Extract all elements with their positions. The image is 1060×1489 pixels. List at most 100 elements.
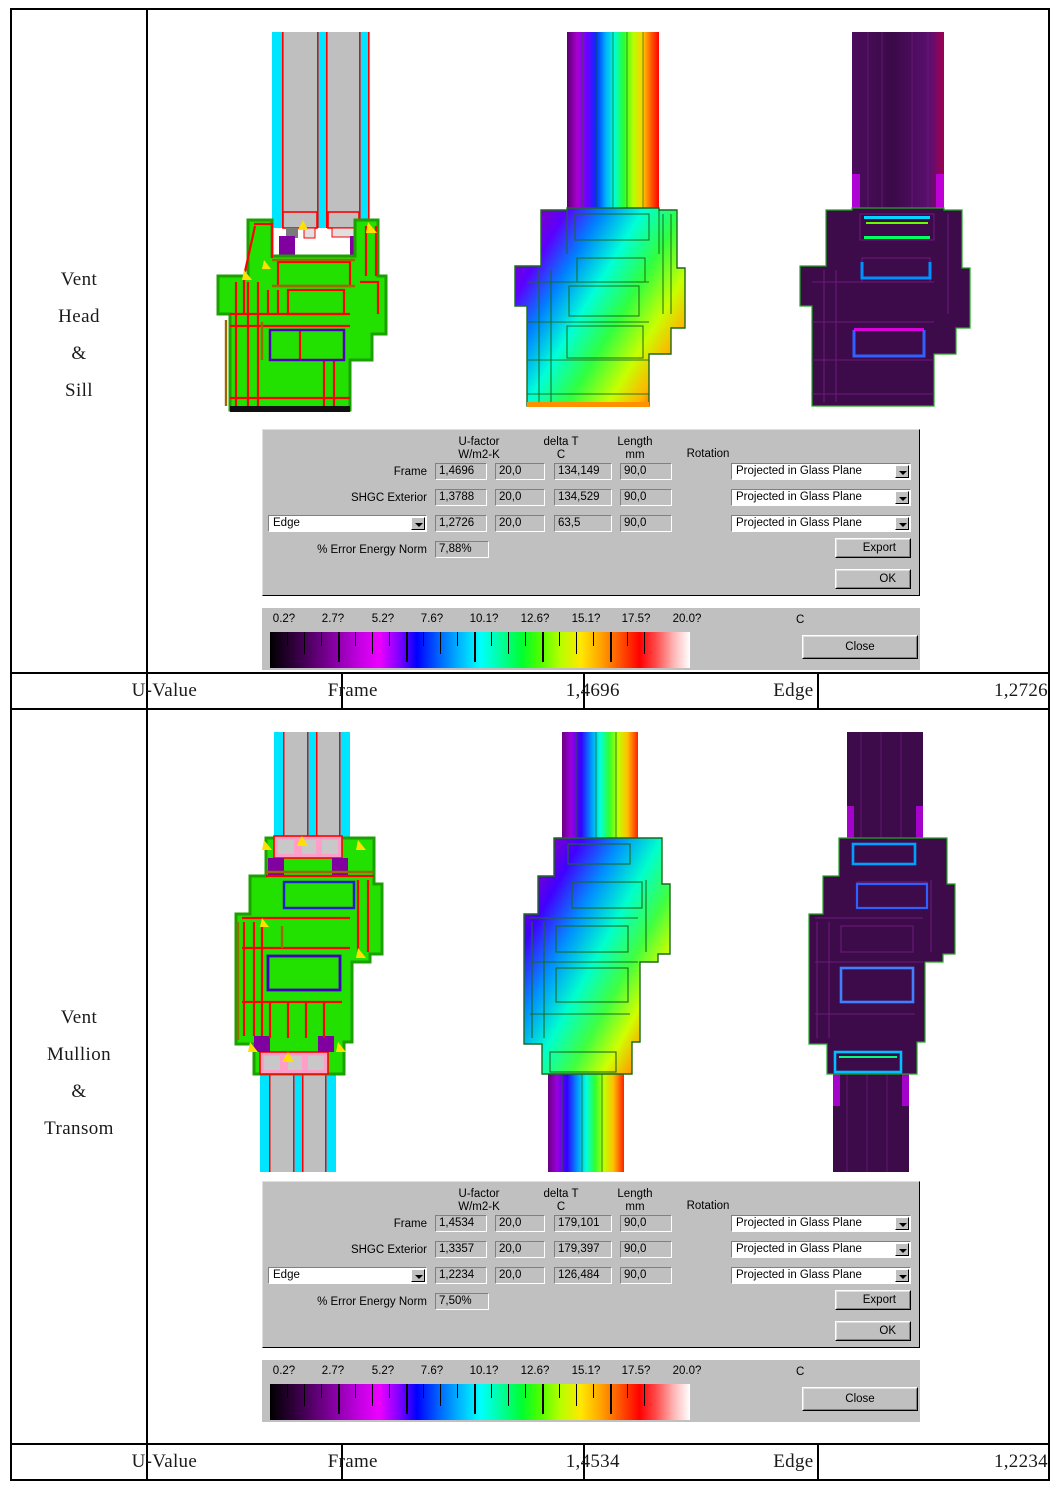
frame-rotation-field[interactable]: 90,0	[620, 1215, 672, 1232]
header-delta-t-line1: delta T	[543, 1188, 579, 1200]
frame-projection-dropdown[interactable]: Projected in Glass Plane	[731, 1215, 911, 1232]
edge-selector-dropdown[interactable]: Edge	[268, 515, 427, 532]
shgc-projection-dropdown[interactable]: Projected in Glass Plane	[731, 489, 911, 506]
frame-length-field[interactable]: 179,101	[554, 1215, 612, 1232]
scale-tick-label: 10.1?	[469, 1365, 499, 1377]
scale-tick-label: 20.0?	[672, 1365, 702, 1377]
header-delta-t: delta T C	[526, 436, 596, 462]
scale-tick-label: 12.6?	[520, 1365, 550, 1377]
shgc-length-field[interactable]: 134,529	[554, 489, 612, 506]
scale-tick-label: 2.7?	[321, 613, 345, 625]
header-length-line1: Length	[617, 1188, 653, 1200]
close-button-2[interactable]: Close	[802, 1387, 918, 1411]
section-label-line: Vent	[60, 1006, 98, 1028]
frame-rotation-field[interactable]: 90,0	[620, 463, 672, 480]
error-energy-norm-label: % Error Energy Norm	[317, 544, 427, 556]
header-length-line2: mm	[625, 1200, 645, 1213]
shgc-projection-dropdown[interactable]: Projected in Glass Plane	[731, 1241, 911, 1258]
header-ufactor: U-factor W/m2-K	[435, 1188, 523, 1214]
scale-tick	[440, 632, 441, 654]
error-energy-norm-field[interactable]: 7,88%	[435, 541, 489, 558]
scale-tick	[576, 632, 577, 654]
edge-rotation-field[interactable]: 90,0	[620, 515, 672, 532]
shgc-deltat-field[interactable]: 20,0	[495, 489, 545, 506]
shgc-ufactor-field[interactable]: 1,3788	[435, 489, 487, 506]
figure-heatflux-mullion-transom	[795, 726, 995, 1176]
close-button-1[interactable]: Close	[802, 635, 918, 659]
close-button-label: Close	[803, 1388, 917, 1410]
frame-ufactor-field[interactable]: 1,4534	[435, 1215, 487, 1232]
scale-tick	[457, 632, 458, 646]
shgc-deltat-field[interactable]: 20,0	[495, 1241, 545, 1258]
frame-projection-value: Projected in Glass Plane	[736, 1217, 862, 1229]
uvalue-edge-value: 1,2726	[993, 680, 1048, 701]
uvalue-frame-value: 1,4534	[565, 1451, 620, 1472]
ok-button[interactable]: OK	[835, 569, 911, 589]
shgc-length-field[interactable]: 179,397	[554, 1241, 612, 1258]
export-button[interactable]: Export	[835, 538, 911, 558]
frame-deltat-field[interactable]: 20,0	[495, 463, 545, 480]
scale-tick-label: 7.6?	[420, 613, 444, 625]
scale-tick-label: 15.1?	[571, 1365, 601, 1377]
table-left-border	[10, 8, 12, 1481]
label-column-divider	[146, 8, 148, 1481]
edge-projection-dropdown[interactable]: Projected in Glass Plane	[731, 515, 911, 532]
edge-ufactor-field[interactable]: 1,2726	[435, 515, 487, 532]
chevron-down-icon[interactable]	[411, 1269, 425, 1282]
scale-tick	[576, 1384, 577, 1406]
edge-deltat-field[interactable]: 20,0	[495, 515, 545, 532]
chevron-down-icon[interactable]	[895, 1217, 909, 1230]
section-label-line: Vent	[60, 268, 98, 290]
header-rotation-label: Rotation	[686, 1200, 730, 1212]
edge-projection-dropdown[interactable]: Projected in Glass Plane	[731, 1267, 911, 1284]
ok-button[interactable]: OK	[835, 1321, 911, 1341]
uvalue-edge-value: 1,2234	[993, 1451, 1048, 1472]
edge-length-field[interactable]: 126,484	[554, 1267, 612, 1284]
frame-deltat-field[interactable]: 20,0	[495, 1215, 545, 1232]
scale-tick	[593, 1384, 594, 1398]
shgc-projection-value: Projected in Glass Plane	[736, 1243, 862, 1255]
export-button[interactable]: Export	[835, 1290, 911, 1310]
chevron-down-icon[interactable]	[895, 1243, 909, 1256]
scale-tick	[355, 632, 356, 646]
header-delta-t-line2: C	[556, 1200, 566, 1213]
scale-tick	[457, 1384, 458, 1398]
figure-heatflux-head-sill	[790, 14, 1005, 424]
uvalue-edge-label: Edge	[773, 680, 814, 701]
edge-selector-dropdown[interactable]: Edge	[268, 1267, 427, 1284]
chevron-down-icon[interactable]	[895, 465, 909, 478]
frame-ufactor-field[interactable]: 1,4696	[435, 463, 487, 480]
scale-tick	[508, 632, 509, 654]
scale-tick-label: 7.6?	[420, 1365, 444, 1377]
color-scale-panel-2: 0.2? 2.7? 5.2? 7.6? 10.1? 12.6? 15.1? 17…	[262, 1360, 920, 1422]
edge-deltat-field[interactable]: 20,0	[495, 1267, 545, 1284]
scale-tick-label: 12.6?	[520, 613, 550, 625]
shgc-rotation-field[interactable]: 90,0	[620, 1241, 672, 1258]
scale-tick	[627, 1384, 628, 1398]
frame-length-field[interactable]: 134,149	[554, 463, 612, 480]
row-label-frame: Frame	[393, 466, 427, 478]
error-energy-norm-field[interactable]: 7,50%	[435, 1293, 489, 1310]
table-right-border	[1048, 8, 1050, 1481]
chevron-down-icon[interactable]	[895, 491, 909, 504]
scale-tick-label: 17.5?	[621, 613, 651, 625]
shgc-rotation-field[interactable]: 90,0	[620, 489, 672, 506]
table-top-border	[10, 8, 1050, 10]
edge-ufactor-field[interactable]: 1,2234	[435, 1267, 487, 1284]
edge-rotation-field[interactable]: 90,0	[620, 1267, 672, 1284]
scale-tick-major	[338, 632, 340, 662]
uvalue-edge-label: Edge	[773, 1451, 814, 1472]
thermal-results-dialog-2[interactable]: U-factor W/m2-K delta T C Length mm Rota…	[262, 1181, 920, 1348]
chevron-down-icon[interactable]	[895, 517, 909, 530]
uvalue-summary-row-2: U-Value Frame 1,4534 Edge 1,2234	[12, 1445, 1048, 1479]
edge-length-field[interactable]: 63,5	[554, 515, 612, 532]
thermal-results-dialog-1[interactable]: U-factor W/m2-K delta T C Length mm Rota…	[262, 429, 920, 596]
scale-tick-label: 2.7?	[321, 1365, 345, 1377]
chevron-down-icon[interactable]	[895, 1269, 909, 1282]
scale-tick-major	[406, 632, 408, 662]
shgc-ufactor-field[interactable]: 1,3357	[435, 1241, 487, 1258]
ok-button-label: OK	[836, 570, 910, 588]
chevron-down-icon[interactable]	[411, 517, 425, 530]
frame-projection-dropdown[interactable]: Projected in Glass Plane	[731, 463, 911, 480]
scale-tick	[321, 632, 322, 646]
